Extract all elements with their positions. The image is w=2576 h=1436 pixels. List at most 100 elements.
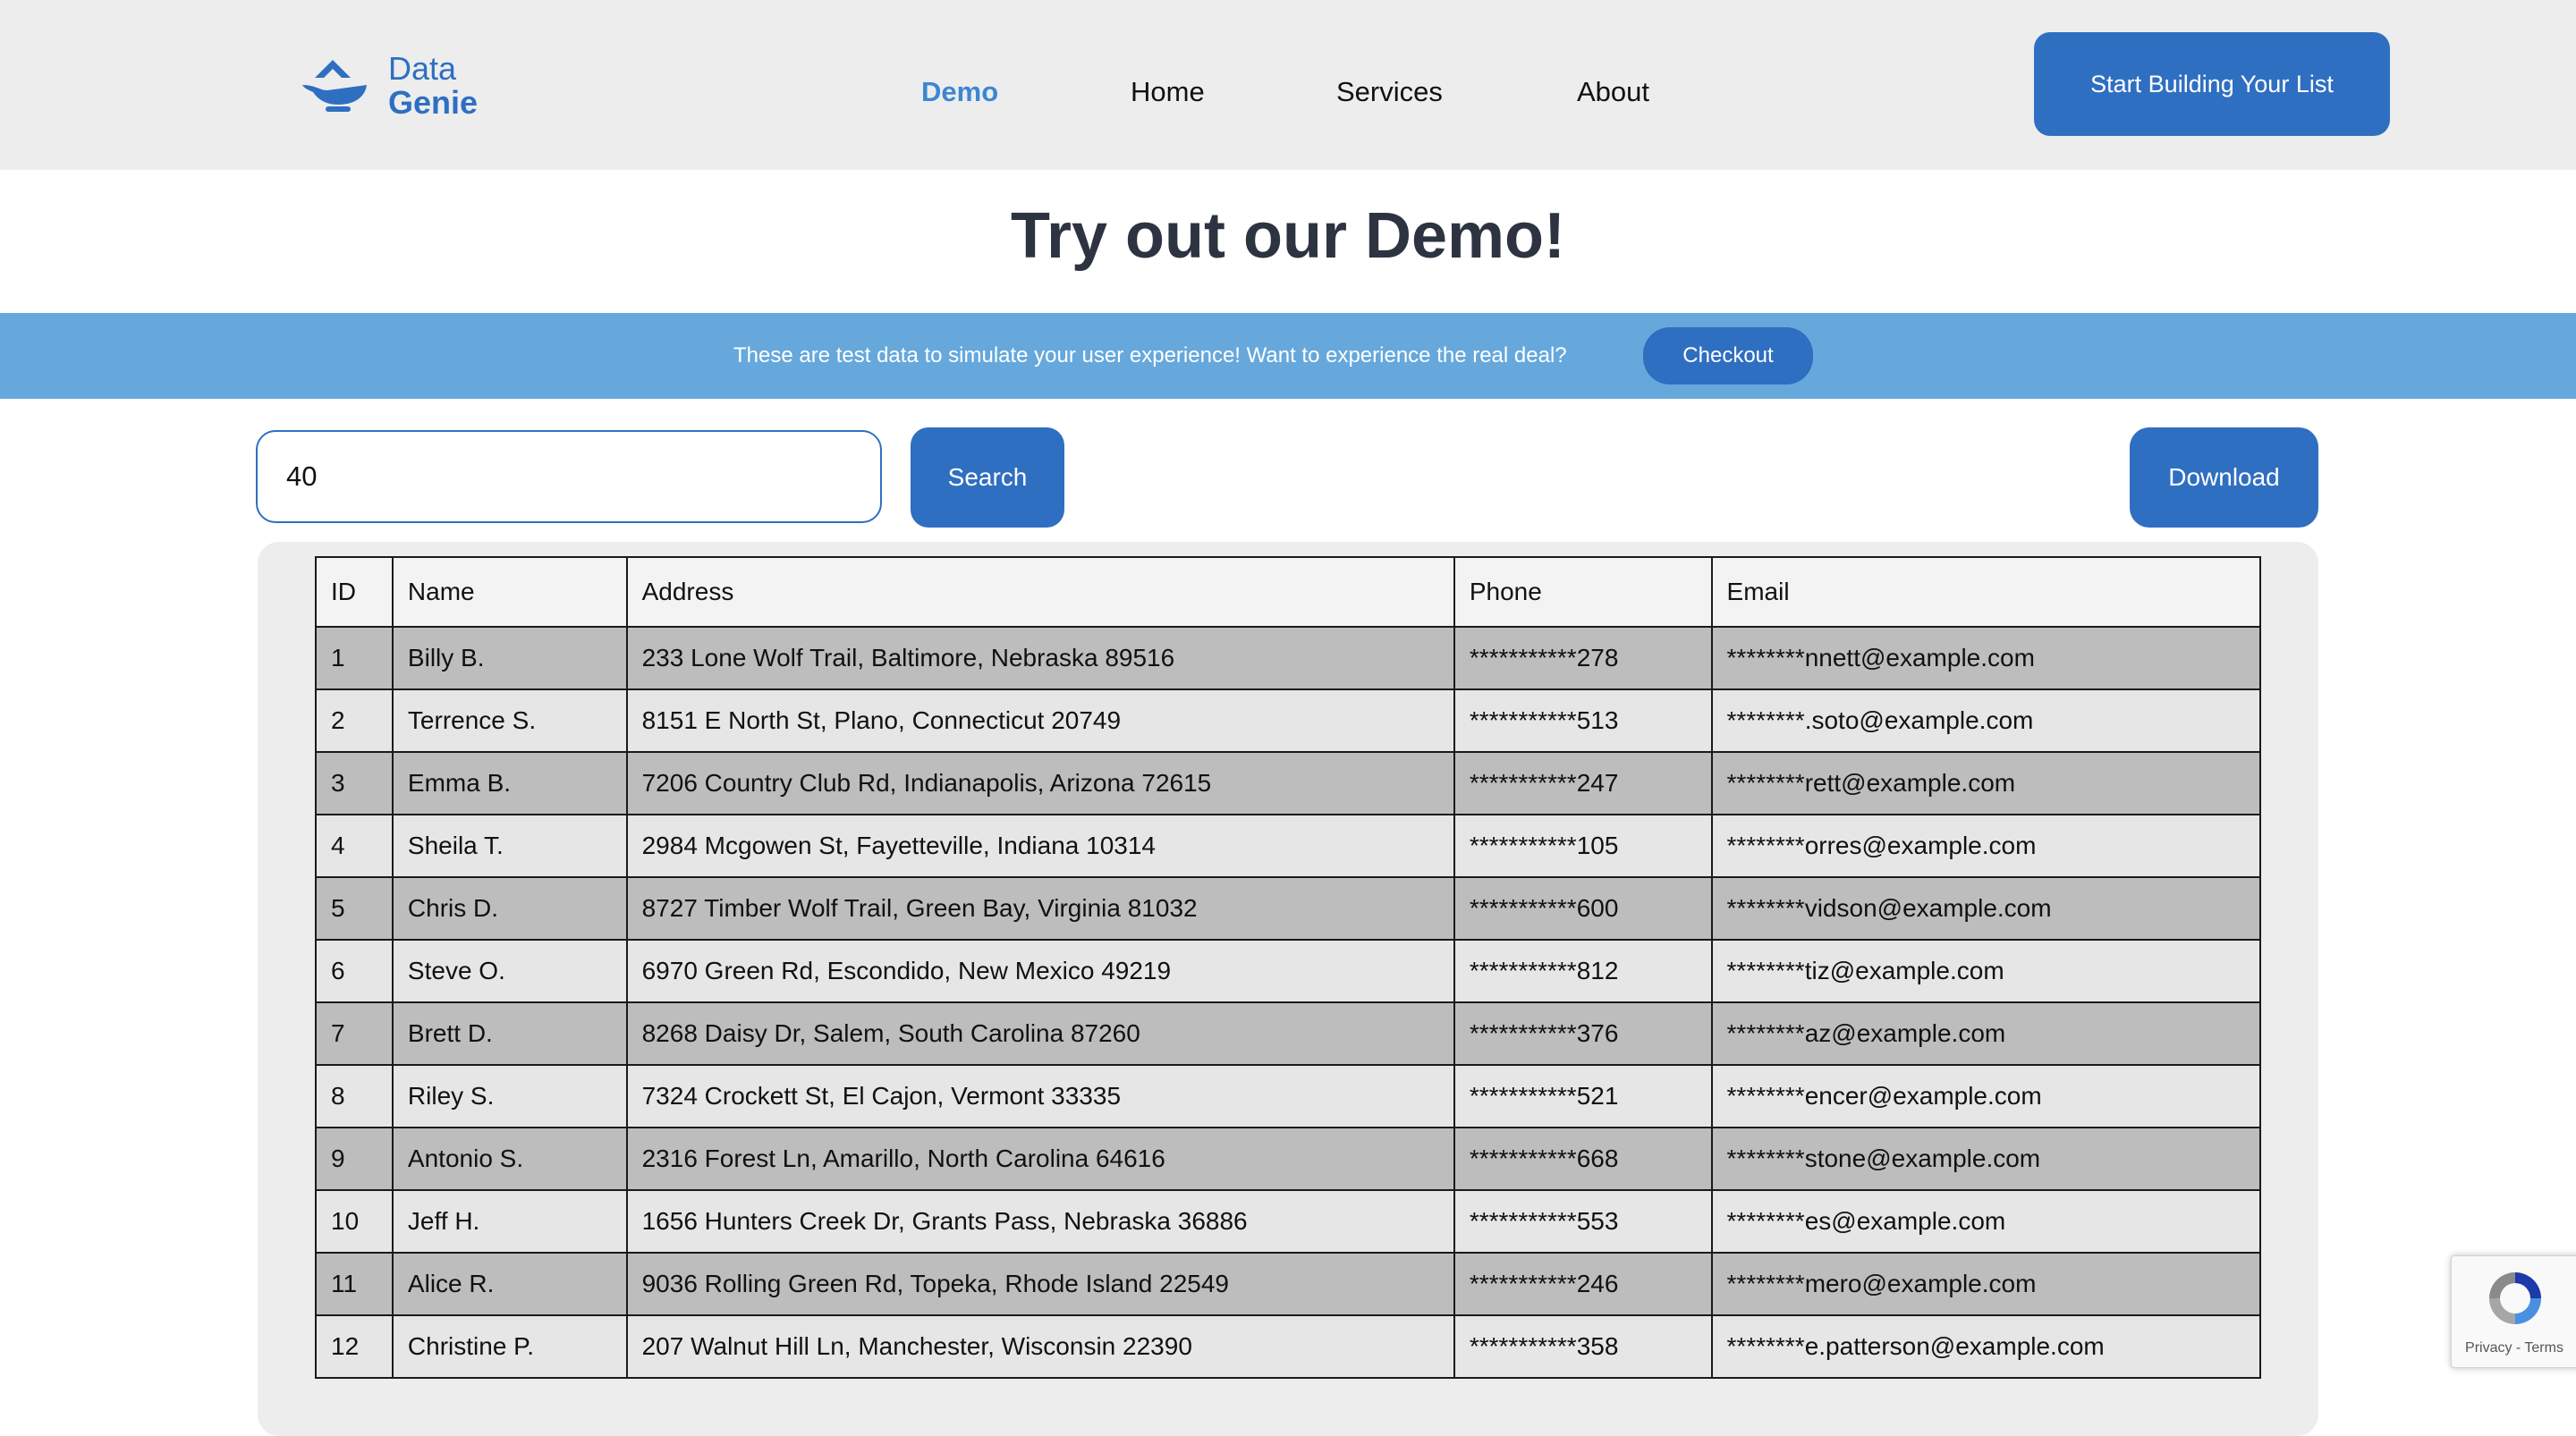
cell-phone: ***********668: [1453, 1127, 1713, 1191]
data-table: ID Name Address Phone Email 1 Billy B. 2…: [315, 556, 2262, 1379]
cell-id: 6: [315, 939, 394, 1003]
cell-name: Brett D.: [391, 1001, 628, 1066]
table-row: 5 Chris D. 8727 Timber Wolf Trail, Green…: [315, 876, 2262, 941]
cell-address: 9036 Rolling Green Rd, Topeka, Rhode Isl…: [625, 1252, 1455, 1316]
cell-phone: ***********358: [1453, 1314, 1713, 1379]
cell-phone: ***********553: [1453, 1189, 1713, 1254]
cell-address: 2316 Forest Ln, Amarillo, North Carolina…: [625, 1127, 1455, 1191]
cell-address: 2984 Mcgowen St, Fayetteville, Indiana 1…: [625, 814, 1455, 878]
search-button[interactable]: Search: [911, 427, 1064, 528]
cell-id: 4: [315, 814, 394, 878]
download-button[interactable]: Download: [2130, 427, 2318, 528]
recaptcha-privacy-link[interactable]: Privacy: [2465, 1340, 2512, 1356]
search-input[interactable]: [256, 430, 882, 523]
cell-name: Emma B.: [391, 751, 628, 815]
logo-word-genie: Genie: [388, 84, 479, 121]
table-body: 1 Billy B. 233 Lone Wolf Trail, Baltimor…: [315, 626, 2262, 1379]
recaptcha-icon: [2489, 1272, 2541, 1324]
cell-id: 12: [315, 1314, 394, 1379]
cell-email: ********stone@example.com: [1710, 1127, 2262, 1191]
cell-email: ********encer@example.com: [1710, 1064, 2262, 1128]
cell-phone: ***********247: [1453, 751, 1713, 815]
cell-email: ********vidson@example.com: [1710, 876, 2262, 941]
site-header: Data Genie Demo Home Services About Star…: [0, 0, 2576, 170]
cell-address: 1656 Hunters Creek Dr, Grants Pass, Nebr…: [625, 1189, 1455, 1254]
logo-word-data: Data: [388, 50, 457, 87]
recaptcha-separator: -: [2512, 1340, 2525, 1356]
cell-email: ********rett@example.com: [1710, 751, 2262, 815]
cell-phone: ***********812: [1453, 939, 1713, 1003]
cell-name: Steve O.: [391, 939, 628, 1003]
nav-about[interactable]: About: [1577, 72, 1649, 113]
table-row: 9 Antonio S. 2316 Forest Ln, Amarillo, N…: [315, 1127, 2262, 1191]
cell-phone: ***********278: [1453, 626, 1713, 690]
cell-id: 3: [315, 751, 394, 815]
table-header-row: ID Name Address Phone Email: [315, 556, 2262, 628]
cell-email: ********az@example.com: [1710, 1001, 2262, 1066]
recaptcha-badge[interactable]: Privacy - Terms: [2451, 1255, 2576, 1368]
cell-phone: ***********246: [1453, 1252, 1713, 1316]
cell-address: 8727 Timber Wolf Trail, Green Bay, Virgi…: [625, 876, 1455, 941]
cell-email: ********mero@example.com: [1710, 1252, 2262, 1316]
cell-email: ********e.patterson@example.com: [1710, 1314, 2262, 1379]
cell-email: ********tiz@example.com: [1710, 939, 2262, 1003]
cell-name: Antonio S.: [391, 1127, 628, 1191]
cell-id: 5: [315, 876, 394, 941]
cell-email: ********orres@example.com: [1710, 814, 2262, 878]
table-row: 2 Terrence S. 8151 E North St, Plano, Co…: [315, 688, 2262, 753]
cell-address: 233 Lone Wolf Trail, Baltimore, Nebraska…: [625, 626, 1455, 690]
cell-phone: ***********600: [1453, 876, 1713, 941]
genie-lamp-icon: [302, 60, 367, 112]
cell-id: 1: [315, 626, 394, 690]
cell-email: ********nnett@example.com: [1710, 626, 2262, 690]
cell-id: 11: [315, 1252, 394, 1316]
cell-address: 8268 Daisy Dr, Salem, South Carolina 872…: [625, 1001, 1455, 1066]
recaptcha-links: Privacy - Terms: [2452, 1340, 2576, 1356]
cell-name: Chris D.: [391, 876, 628, 941]
column-header-email: Email: [1710, 556, 2262, 628]
cell-id: 7: [315, 1001, 394, 1066]
cell-address: 7206 Country Club Rd, Indianapolis, Ariz…: [625, 751, 1455, 815]
cell-email: ********es@example.com: [1710, 1189, 2262, 1254]
table-row: 3 Emma B. 7206 Country Club Rd, Indianap…: [315, 751, 2262, 815]
site-logo[interactable]: Data Genie: [297, 50, 478, 122]
start-building-list-button[interactable]: Start Building Your List: [2034, 32, 2390, 136]
table-row: 12 Christine P. 207 Walnut Hill Ln, Manc…: [315, 1314, 2262, 1379]
cell-phone: ***********376: [1453, 1001, 1713, 1066]
table-row: 4 Sheila T. 2984 Mcgowen St, Fayettevill…: [315, 814, 2262, 878]
cell-id: 2: [315, 688, 394, 753]
table-row: 7 Brett D. 8268 Daisy Dr, Salem, South C…: [315, 1001, 2262, 1066]
cell-address: 207 Walnut Hill Ln, Manchester, Wisconsi…: [625, 1314, 1455, 1379]
table-row: 10 Jeff H. 1656 Hunters Creek Dr, Grants…: [315, 1189, 2262, 1254]
column-header-address: Address: [625, 556, 1455, 628]
cell-id: 8: [315, 1064, 394, 1128]
cell-id: 9: [315, 1127, 394, 1191]
table-row: 8 Riley S. 7324 Crockett St, El Cajon, V…: [315, 1064, 2262, 1128]
table-row: 11 Alice R. 9036 Rolling Green Rd, Topek…: [315, 1252, 2262, 1316]
page-title: Try out our Demo!: [1010, 200, 1565, 272]
cell-name: Christine P.: [391, 1314, 628, 1379]
table-row: 6 Steve O. 6970 Green Rd, Escondido, New…: [315, 939, 2262, 1003]
nav-services[interactable]: Services: [1336, 72, 1443, 113]
cell-name: Alice R.: [391, 1252, 628, 1316]
test-data-banner: These are test data to simulate your use…: [0, 313, 2576, 399]
cell-address: 6970 Green Rd, Escondido, New Mexico 492…: [625, 939, 1455, 1003]
cell-phone: ***********105: [1453, 814, 1713, 878]
table-panel: ID Name Address Phone Email 1 Billy B. 2…: [258, 542, 2318, 1436]
column-header-name: Name: [391, 556, 628, 628]
cell-address: 7324 Crockett St, El Cajon, Vermont 3333…: [625, 1064, 1455, 1128]
cell-name: Terrence S.: [391, 688, 628, 753]
cell-email: ********.soto@example.com: [1710, 688, 2262, 753]
column-header-phone: Phone: [1453, 556, 1713, 628]
table-row: 1 Billy B. 233 Lone Wolf Trail, Baltimor…: [315, 626, 2262, 690]
column-header-id: ID: [315, 556, 394, 628]
checkout-button[interactable]: Checkout: [1643, 327, 1813, 384]
nav-home[interactable]: Home: [1131, 72, 1205, 113]
nav-demo[interactable]: Demo: [921, 72, 998, 113]
cell-name: Jeff H.: [391, 1189, 628, 1254]
cell-phone: ***********513: [1453, 688, 1713, 753]
recaptcha-terms-link[interactable]: Terms: [2524, 1340, 2563, 1356]
cell-name: Billy B.: [391, 626, 628, 690]
cell-name: Sheila T.: [391, 814, 628, 878]
cell-id: 10: [315, 1189, 394, 1254]
